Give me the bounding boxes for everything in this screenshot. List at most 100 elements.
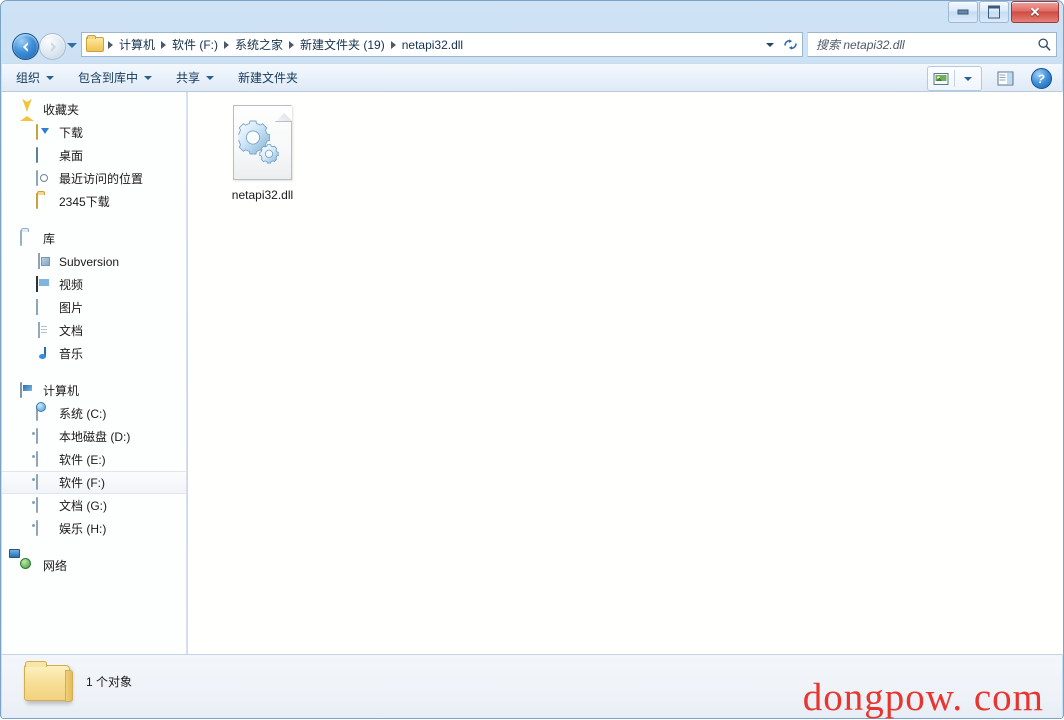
sidebar-item-label: 计算机 [43,384,80,398]
include-in-library-label: 包含到库中 [78,71,139,85]
views-dropdown-button[interactable] [955,67,981,90]
system-drive-icon [36,404,53,422]
sidebar-item-label: 本地磁盘 (D:) [59,430,131,444]
sidebar-item-drive-d[interactable]: 本地磁盘 (D:) [2,425,186,448]
breadcrumb-item-4[interactable]: netapi32.dll [398,36,467,54]
chevron-down-icon [144,75,153,80]
drive-icon [36,473,53,491]
share-label: 共享 [176,71,201,85]
share-button[interactable]: 共享 [166,66,224,90]
sidebar-item-recent-places[interactable]: 最近访问的位置 [2,167,186,190]
status-bar: 1 个对象 dongpow. com [2,654,1062,719]
breadcrumb-item-3[interactable]: 新建文件夹 (19) [296,34,389,55]
sidebar-item-libraries[interactable]: 库 [2,227,186,250]
close-button[interactable]: ✕ [1011,1,1059,23]
search-input[interactable]: 搜索 netapi32.dll [816,36,1037,53]
sidebar-item-network[interactable]: 网络 [2,554,186,577]
breadcrumb-separator-icon [108,40,113,49]
maximize-icon [988,5,1000,19]
sidebar-item-drive-e[interactable]: 软件 (E:) [2,448,186,471]
gears-icon [238,120,279,164]
sidebar-item-label: 最近访问的位置 [59,172,144,186]
sidebar-item-desktop[interactable]: 桌面 [2,144,186,167]
breadcrumb-separator-icon [390,40,396,49]
preview-pane-icon [997,71,1013,86]
nav-group-favorites: 收藏夹 下载 桌面 最近访问的位置 2345下载 [2,98,186,213]
breadcrumb-bar[interactable]: 计算机 软件 (F:) 系统之家 新建文件夹 (19) netapi32.dll [81,32,779,57]
change-view-button[interactable] [928,67,954,90]
sidebar-item-computer[interactable]: 计算机 [2,379,186,402]
sidebar-item-2345-downloads[interactable]: 2345下载 [2,190,186,213]
sidebar-item-drive-f[interactable]: 软件 (F:) [2,471,186,494]
nav-group-computer: 计算机 系统 (C:) 本地磁盘 (D:) 软件 (E:) 软件 (F:) 文档… [2,379,186,540]
breadcrumb-item-2[interactable]: 系统之家 [231,34,287,55]
sidebar-item-downloads[interactable]: 下载 [2,121,186,144]
search-icon [1038,38,1051,51]
forward-arrow-icon [50,41,56,52]
star-icon [20,101,37,121]
refresh-icon [784,39,797,50]
sidebar-item-favorites[interactable]: 收藏夹 [2,98,186,121]
sidebar-item-pictures[interactable]: 图片 [2,296,186,319]
nav-group-network: 网络 [2,554,186,577]
address-history-dropdown[interactable] [761,32,779,57]
new-folder-button[interactable]: 新建文件夹 [228,66,308,90]
breadcrumb-separator-icon [289,40,295,49]
document-icon [36,321,53,339]
sidebar-item-drive-c[interactable]: 系统 (C:) [2,402,186,425]
forward-button[interactable] [39,33,66,60]
sidebar-item-label: 桌面 [59,149,84,163]
command-toolbar: 组织 包含到库中 共享 新建文件夹 ? [2,63,1062,92]
preview-pane-button[interactable] [992,67,1018,90]
views-group [927,66,982,91]
close-icon: ✕ [1029,4,1041,20]
minimize-icon [957,9,969,15]
sidebar-item-label: 网络 [43,559,68,573]
sidebar-item-label: 系统 (C:) [59,407,107,421]
breadcrumb-item-1[interactable]: 软件 (F:) [168,34,222,55]
breadcrumb-item-0[interactable]: 计算机 [115,34,159,55]
drive-icon [36,519,53,537]
address-bar: 计算机 软件 (F:) 系统之家 新建文件夹 (19) netapi32.dll [1,30,1063,62]
recent-pages-dropdown[interactable] [67,43,77,48]
sidebar-item-videos[interactable]: 视频 [2,273,186,296]
downloads-icon [36,123,53,141]
maximize-button[interactable] [979,1,1009,23]
view-icon [933,72,949,85]
title-bar: ✕ [1,1,1063,28]
dll-file-icon [233,105,292,180]
folder-icon [36,192,53,210]
refresh-button[interactable] [779,32,803,57]
sidebar-item-documents[interactable]: 文档 [2,319,186,342]
sidebar-item-label: 软件 (E:) [59,453,106,467]
search-box[interactable]: 搜索 netapi32.dll [807,32,1057,57]
help-button[interactable]: ? [1028,67,1054,90]
sidebar-item-drive-h[interactable]: 娱乐 (H:) [2,517,186,540]
drive-icon [36,496,53,514]
sidebar-item-label: 收藏夹 [43,103,80,117]
sidebar-item-label: 2345下载 [59,195,110,209]
back-button[interactable] [12,33,39,60]
explorer-window: ✕ 计算机 软件 (F:) 系统之家 新建文件夹 (19) netapi32.d… [0,0,1064,719]
sidebar-item-label: 娱乐 (H:) [59,522,107,536]
sidebar-item-label: 图片 [59,301,84,315]
include-in-library-button[interactable]: 包含到库中 [68,66,162,90]
desktop-icon [36,146,53,164]
item-count-label: 1 个对象 [86,675,133,689]
minimize-button[interactable] [948,1,978,23]
help-icon: ? [1030,68,1052,89]
sidebar-item-label: 库 [43,232,56,246]
sidebar-item-subversion[interactable]: Subversion [2,250,186,273]
file-item[interactable]: netapi32.dll [210,105,315,215]
organize-button[interactable]: 组织 [6,66,64,90]
subversion-icon [36,252,53,270]
video-icon [36,275,53,293]
navigation-pane[interactable]: 收藏夹 下载 桌面 最近访问的位置 2345下载 库 Subversion 视频… [2,92,187,654]
sidebar-item-music[interactable]: 音乐 [2,342,186,365]
file-list-pane[interactable]: netapi32.dll [188,92,1063,654]
window-controls: ✕ [947,1,1059,23]
drive-icon [36,427,53,445]
sidebar-item-drive-g[interactable]: 文档 (G:) [2,494,186,517]
chevron-down-icon [46,75,55,80]
sidebar-item-label: 下载 [59,126,84,140]
